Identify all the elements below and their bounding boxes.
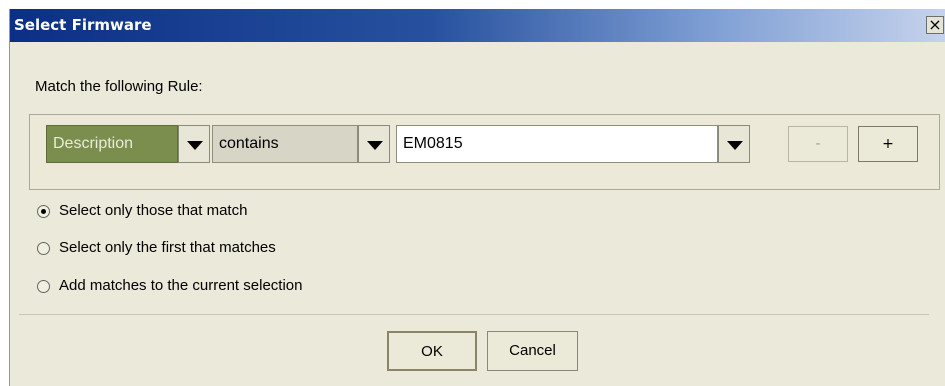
chevron-down-icon[interactable] — [358, 125, 390, 163]
rule-heading: Match the following Rule: — [35, 78, 203, 95]
operator-select[interactable]: contains — [212, 125, 390, 163]
radio-button[interactable] — [37, 280, 50, 293]
select-firmware-dialog: Select Firmware × Match the following Ru… — [9, 9, 945, 386]
value-combobox[interactable]: EM0815 — [396, 125, 750, 163]
remove-rule-button[interactable]: - — [788, 126, 848, 162]
option-label: Add matches to the current selection — [59, 277, 303, 294]
radio-button[interactable] — [37, 205, 50, 218]
ok-button[interactable]: OK — [387, 331, 477, 371]
operator-select-value[interactable]: contains — [212, 125, 358, 163]
option-label: Select only those that match — [59, 202, 248, 219]
chevron-down-icon[interactable] — [718, 125, 750, 163]
cancel-button[interactable]: Cancel — [487, 331, 578, 371]
close-button[interactable]: × — [926, 16, 944, 34]
dialog-title: Select Firmware — [14, 16, 152, 34]
option-label: Select only the first that matches — [59, 239, 276, 256]
title-bar[interactable]: Select Firmware × — [10, 9, 945, 42]
divider — [19, 314, 929, 315]
field-select[interactable]: Description — [46, 125, 210, 163]
close-icon: × — [928, 15, 942, 34]
chevron-down-icon[interactable] — [178, 125, 210, 163]
field-select-value[interactable]: Description — [46, 125, 178, 163]
value-input[interactable]: EM0815 — [396, 125, 718, 163]
add-rule-button[interactable]: + — [858, 126, 918, 162]
radio-button[interactable] — [37, 242, 50, 255]
